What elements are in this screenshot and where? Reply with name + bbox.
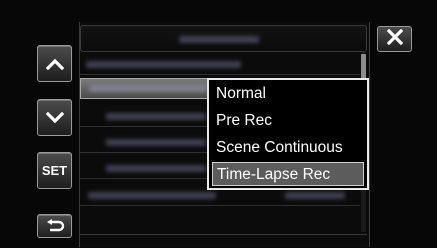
return-arrow-icon	[45, 219, 65, 233]
close-icon	[386, 28, 403, 50]
blurred-row-text	[89, 85, 207, 92]
blurred-row-text	[106, 139, 206, 146]
chevron-down-icon	[45, 111, 64, 124]
camera-menu-screen: SET Normal Pre Rec Scene Continuous Time…	[0, 0, 437, 247]
blurred-row-value	[285, 192, 345, 199]
blurred-row-text	[106, 165, 206, 172]
blurred-title-text	[179, 36, 259, 43]
option-pre-rec[interactable]: Pre Rec	[212, 109, 364, 133]
close-button[interactable]	[377, 26, 412, 52]
menu-bottom-bar	[80, 234, 367, 248]
recording-mode-popup: Normal Pre Rec Scene Continuous Time-Lap…	[207, 78, 369, 190]
scroll-up-button[interactable]	[37, 45, 72, 82]
blurred-row-text	[86, 61, 241, 68]
scroll-down-button[interactable]	[37, 99, 72, 136]
scrollbar-thumb[interactable]	[361, 54, 366, 80]
chevron-up-icon	[45, 58, 64, 70]
option-time-lapse-rec[interactable]: Time-Lapse Rec	[212, 162, 364, 186]
set-button-label: SET	[41, 163, 68, 178]
menu-title-bar	[80, 25, 367, 52]
option-scene-continuous[interactable]: Scene Continuous	[212, 136, 364, 160]
back-button[interactable]	[37, 214, 72, 238]
blurred-row-text	[88, 192, 216, 199]
option-normal[interactable]: Normal	[212, 82, 364, 106]
set-button[interactable]: SET	[37, 152, 72, 189]
menu-row[interactable]	[80, 54, 360, 75]
blurred-row-text	[106, 113, 206, 120]
